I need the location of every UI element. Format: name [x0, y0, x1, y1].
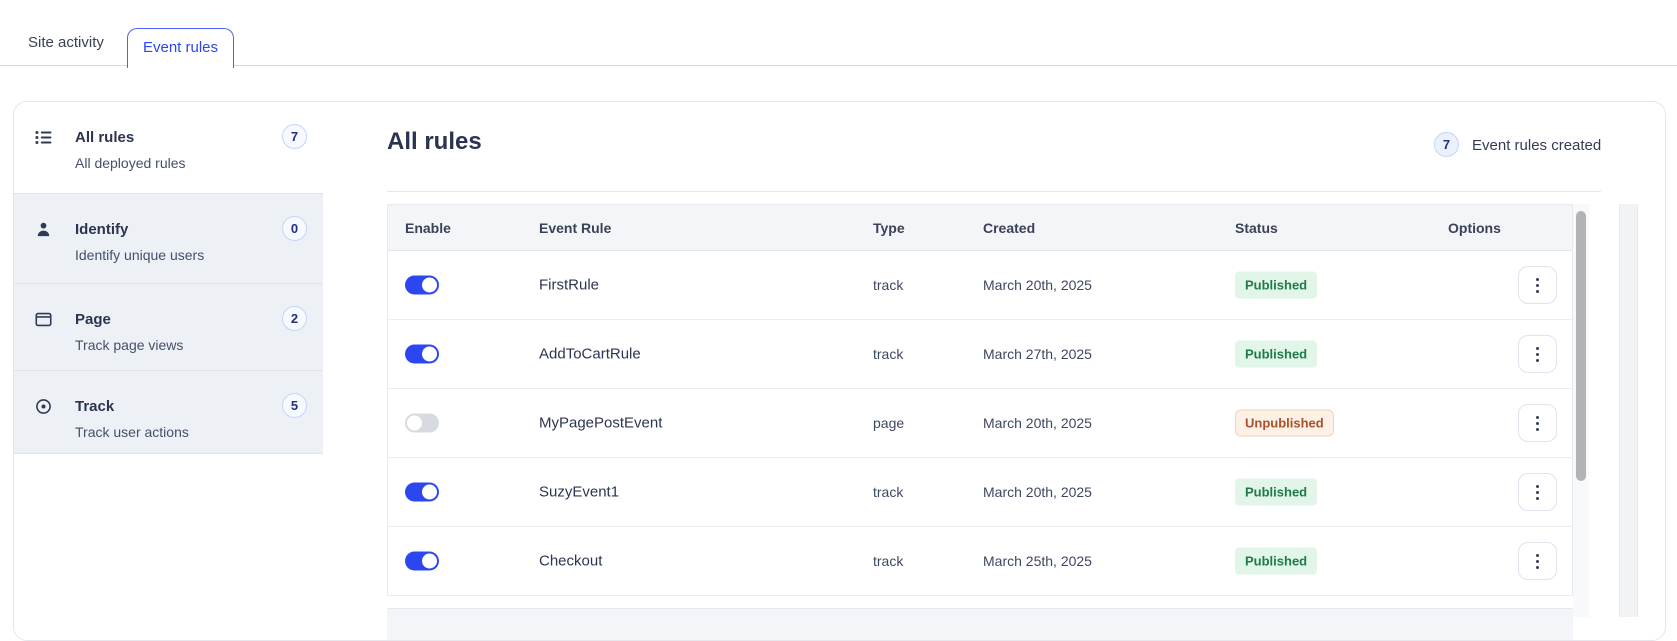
toggle-knob [422, 484, 437, 500]
content-card: All rules 7 All deployed rules Identify … [13, 101, 1666, 641]
sidebar-item-subtitle: Identify unique users [75, 247, 205, 263]
sidebar-item-subtitle: All deployed rules [75, 155, 186, 171]
column-header-options: Options [1448, 219, 1501, 236]
toggle-knob [422, 346, 437, 362]
count-badge: 5 [282, 393, 307, 418]
enable-toggle[interactable] [405, 482, 439, 502]
sidebar-item-title: Identify [75, 221, 129, 238]
rule-type: track [873, 553, 904, 569]
event-rules-count-label: Event rules created [1472, 137, 1602, 154]
row-options-button[interactable] [1518, 335, 1557, 373]
rule-created-date: March 27th, 2025 [983, 346, 1092, 362]
table-header-row: Enable Event Rule Type Created Status Op… [388, 205, 1572, 251]
tab-event-rules[interactable]: Event rules [127, 28, 234, 68]
sidebar-item-all-rules[interactable]: All rules 7 All deployed rules [14, 102, 323, 194]
status-badge: Published [1235, 340, 1318, 368]
enable-toggle[interactable] [405, 551, 439, 571]
toggle-knob [422, 553, 437, 569]
kebab-icon [1536, 346, 1539, 350]
count-badge: 0 [282, 216, 307, 241]
toggle-knob [422, 277, 437, 293]
status-badge: Published [1235, 547, 1318, 575]
rule-name: FirstRule [539, 276, 600, 294]
event-rules-count-badge: 7 [1434, 132, 1459, 157]
kebab-icon [1536, 277, 1539, 281]
status-badge: Published [1235, 271, 1318, 299]
kebab-icon [1536, 484, 1539, 488]
rule-created-date: March 20th, 2025 [983, 484, 1092, 500]
kebab-icon [1536, 415, 1539, 419]
window-icon [35, 311, 52, 328]
sidebar-item-title: Track [75, 398, 115, 415]
table-row: SuzyEvent1 track March 20th, 2025 Publis… [388, 458, 1572, 527]
target-icon [35, 398, 52, 415]
row-options-button[interactable] [1518, 473, 1557, 511]
tab-bar: Site activity Event rules [0, 0, 1677, 68]
list-icon [35, 129, 52, 146]
table-row: AddToCartRule track March 27th, 2025 Pub… [388, 320, 1572, 389]
sidebar-item-track[interactable]: Track 5 Track user actions [14, 371, 323, 454]
rule-category-sidebar: All rules 7 All deployed rules Identify … [14, 102, 323, 454]
column-header-status: Status [1235, 219, 1278, 236]
rule-name: Checkout [539, 552, 603, 570]
table-scrollbar-thumb[interactable] [1576, 211, 1586, 481]
user-icon [35, 221, 52, 238]
page-title: All rules [387, 128, 482, 155]
count-badge: 7 [282, 124, 307, 149]
page-scrollbar-track[interactable] [1619, 204, 1638, 617]
table-row: Checkout track March 25th, 2025 Publishe… [388, 527, 1572, 596]
sidebar-item-subtitle: Track page views [75, 337, 184, 353]
column-header-enable: Enable [405, 219, 451, 236]
rule-type: track [873, 277, 904, 293]
row-options-button[interactable] [1518, 404, 1557, 442]
tab-site-activity[interactable]: Site activity [28, 34, 104, 51]
rule-type: track [873, 346, 904, 362]
rule-created-date: March 20th, 2025 [983, 415, 1092, 431]
table-row: MyPagePostEvent page March 20th, 2025 Un… [388, 389, 1572, 458]
rule-created-date: March 25th, 2025 [983, 553, 1092, 569]
header-divider [387, 191, 1601, 192]
rule-name: SuzyEvent1 [539, 483, 620, 501]
rule-name: AddToCartRule [539, 345, 641, 363]
table-scrollbar-track[interactable] [1573, 204, 1589, 617]
row-options-button[interactable] [1518, 266, 1557, 304]
row-options-button[interactable] [1518, 542, 1557, 580]
rule-type: track [873, 484, 904, 500]
sidebar-item-subtitle: Track user actions [75, 424, 189, 440]
sidebar-item-title: All rules [75, 129, 135, 146]
table-row: FirstRule track March 20th, 2025 Publish… [388, 251, 1572, 320]
count-badge: 2 [282, 306, 307, 331]
status-badge: Unpublished [1235, 409, 1334, 437]
next-section-peek [387, 608, 1573, 640]
rule-type: page [873, 415, 905, 431]
enable-toggle[interactable] [405, 275, 439, 295]
rule-created-date: March 20th, 2025 [983, 277, 1092, 293]
sidebar-item-identify[interactable]: Identify 0 Identify unique users [14, 194, 323, 284]
rule-name: MyPagePostEvent [539, 414, 663, 432]
toggle-knob [407, 415, 422, 431]
sidebar-item-page[interactable]: Page 2 Track page views [14, 284, 323, 371]
column-header-event-rule: Event Rule [539, 219, 612, 236]
enable-toggle[interactable] [405, 344, 439, 364]
event-rules-table: Enable Event Rule Type Created Status Op… [387, 204, 1573, 596]
sidebar-item-title: Page [75, 311, 111, 328]
status-badge: Published [1235, 478, 1318, 506]
column-header-type: Type [873, 219, 905, 236]
kebab-icon [1536, 553, 1539, 557]
column-header-created: Created [983, 219, 1036, 236]
enable-toggle[interactable] [405, 413, 439, 433]
